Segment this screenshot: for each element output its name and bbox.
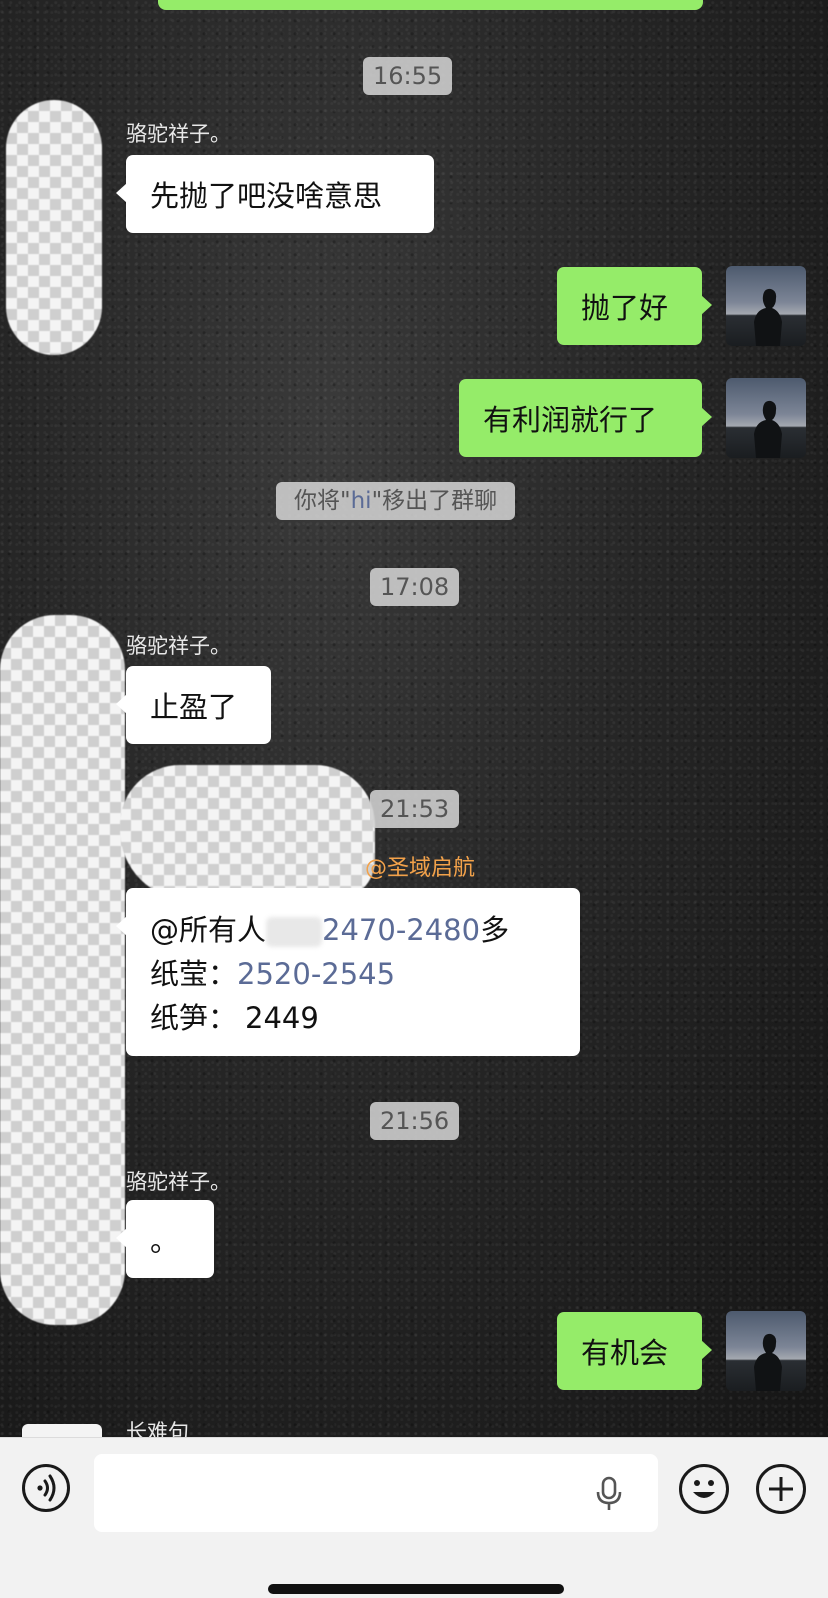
redacted-sender-area bbox=[120, 765, 375, 900]
person-silhouette-icon bbox=[754, 1333, 782, 1391]
chat-background: 16:55 骆驼祥子。 先抛了吧没啥意思 抛了好 有利润就行了 你将"hi"移出… bbox=[0, 0, 828, 1437]
message-bubble-incoming[interactable]: 止盈了 bbox=[116, 666, 271, 744]
redacted-text bbox=[266, 917, 323, 947]
system-notice: 你将"hi"移出了群聊 bbox=[276, 482, 516, 520]
announcement-line-2: 纸莹：2520-2545 bbox=[150, 952, 556, 996]
home-indicator[interactable] bbox=[268, 1584, 564, 1594]
timestamp: 21:56 bbox=[370, 1102, 460, 1140]
timestamp: 16:55 bbox=[363, 57, 453, 95]
person-silhouette-icon bbox=[754, 400, 782, 458]
direction-text: 多 bbox=[480, 913, 510, 947]
announcement-bubble[interactable]: @所有人 2470-2480多 纸莹：2520-2545 纸笋： 2449 bbox=[116, 888, 580, 1056]
voice-wave-icon bbox=[37, 1474, 56, 1502]
my-avatar[interactable] bbox=[726, 266, 806, 346]
timestamp: 21:53 bbox=[370, 790, 460, 828]
system-notice-prefix: 你将" bbox=[294, 488, 351, 514]
message-bubble-incoming[interactable]: 先抛了吧没啥意思 bbox=[116, 155, 434, 233]
message-bubble-outgoing[interactable]: 抛了好 bbox=[557, 267, 712, 345]
avatar-partial[interactable] bbox=[22, 1424, 102, 1437]
mention-tag[interactable]: @圣域启航 bbox=[365, 854, 475, 884]
message-bubble-outgoing[interactable]: 有利润就行了 bbox=[459, 379, 712, 457]
sender-name: 骆驼祥子。 bbox=[126, 122, 231, 146]
sender-name-partial: 长难句 bbox=[126, 1420, 189, 1437]
sender-name: 骆驼祥子。 bbox=[126, 634, 231, 658]
redacted-avatar bbox=[6, 100, 102, 355]
item-label: 纸莹： bbox=[150, 957, 238, 991]
redacted-avatar-column bbox=[0, 615, 125, 1325]
price-value: 2449 bbox=[245, 1001, 319, 1035]
price-range: 2470-2480 bbox=[322, 913, 481, 947]
sender-name: 骆驼祥子。 bbox=[126, 1170, 231, 1194]
announcement-line-1: @所有人 2470-2480多 bbox=[150, 908, 556, 952]
message-bubble-outgoing[interactable]: 有机会 bbox=[557, 1312, 712, 1390]
message-bubble-incoming[interactable]: 。 bbox=[116, 1200, 214, 1278]
my-avatar[interactable] bbox=[726, 1311, 806, 1391]
microphone-icon[interactable] bbox=[594, 1476, 624, 1512]
chat-input-bar bbox=[0, 1437, 828, 1598]
emoji-button[interactable] bbox=[679, 1464, 729, 1514]
my-avatar[interactable] bbox=[726, 378, 806, 458]
person-silhouette-icon bbox=[754, 288, 782, 346]
item-label: 纸笋： bbox=[150, 1001, 238, 1035]
plus-circle-icon bbox=[769, 1477, 793, 1501]
message-input[interactable] bbox=[94, 1454, 658, 1532]
price-range: 2520-2545 bbox=[237, 957, 396, 991]
timestamp: 17:08 bbox=[370, 568, 460, 606]
voice-toggle-button[interactable] bbox=[22, 1464, 70, 1512]
message-bubble-partial[interactable] bbox=[158, 0, 703, 10]
system-notice-suffix: "移出了群聊 bbox=[371, 488, 498, 514]
mention-all: @所有人 bbox=[150, 913, 267, 947]
announcement-line-3: 纸笋： 2449 bbox=[150, 996, 556, 1040]
more-button[interactable] bbox=[756, 1464, 806, 1514]
removed-member-name[interactable]: hi bbox=[351, 488, 372, 514]
smiley-icon bbox=[693, 1480, 715, 1498]
